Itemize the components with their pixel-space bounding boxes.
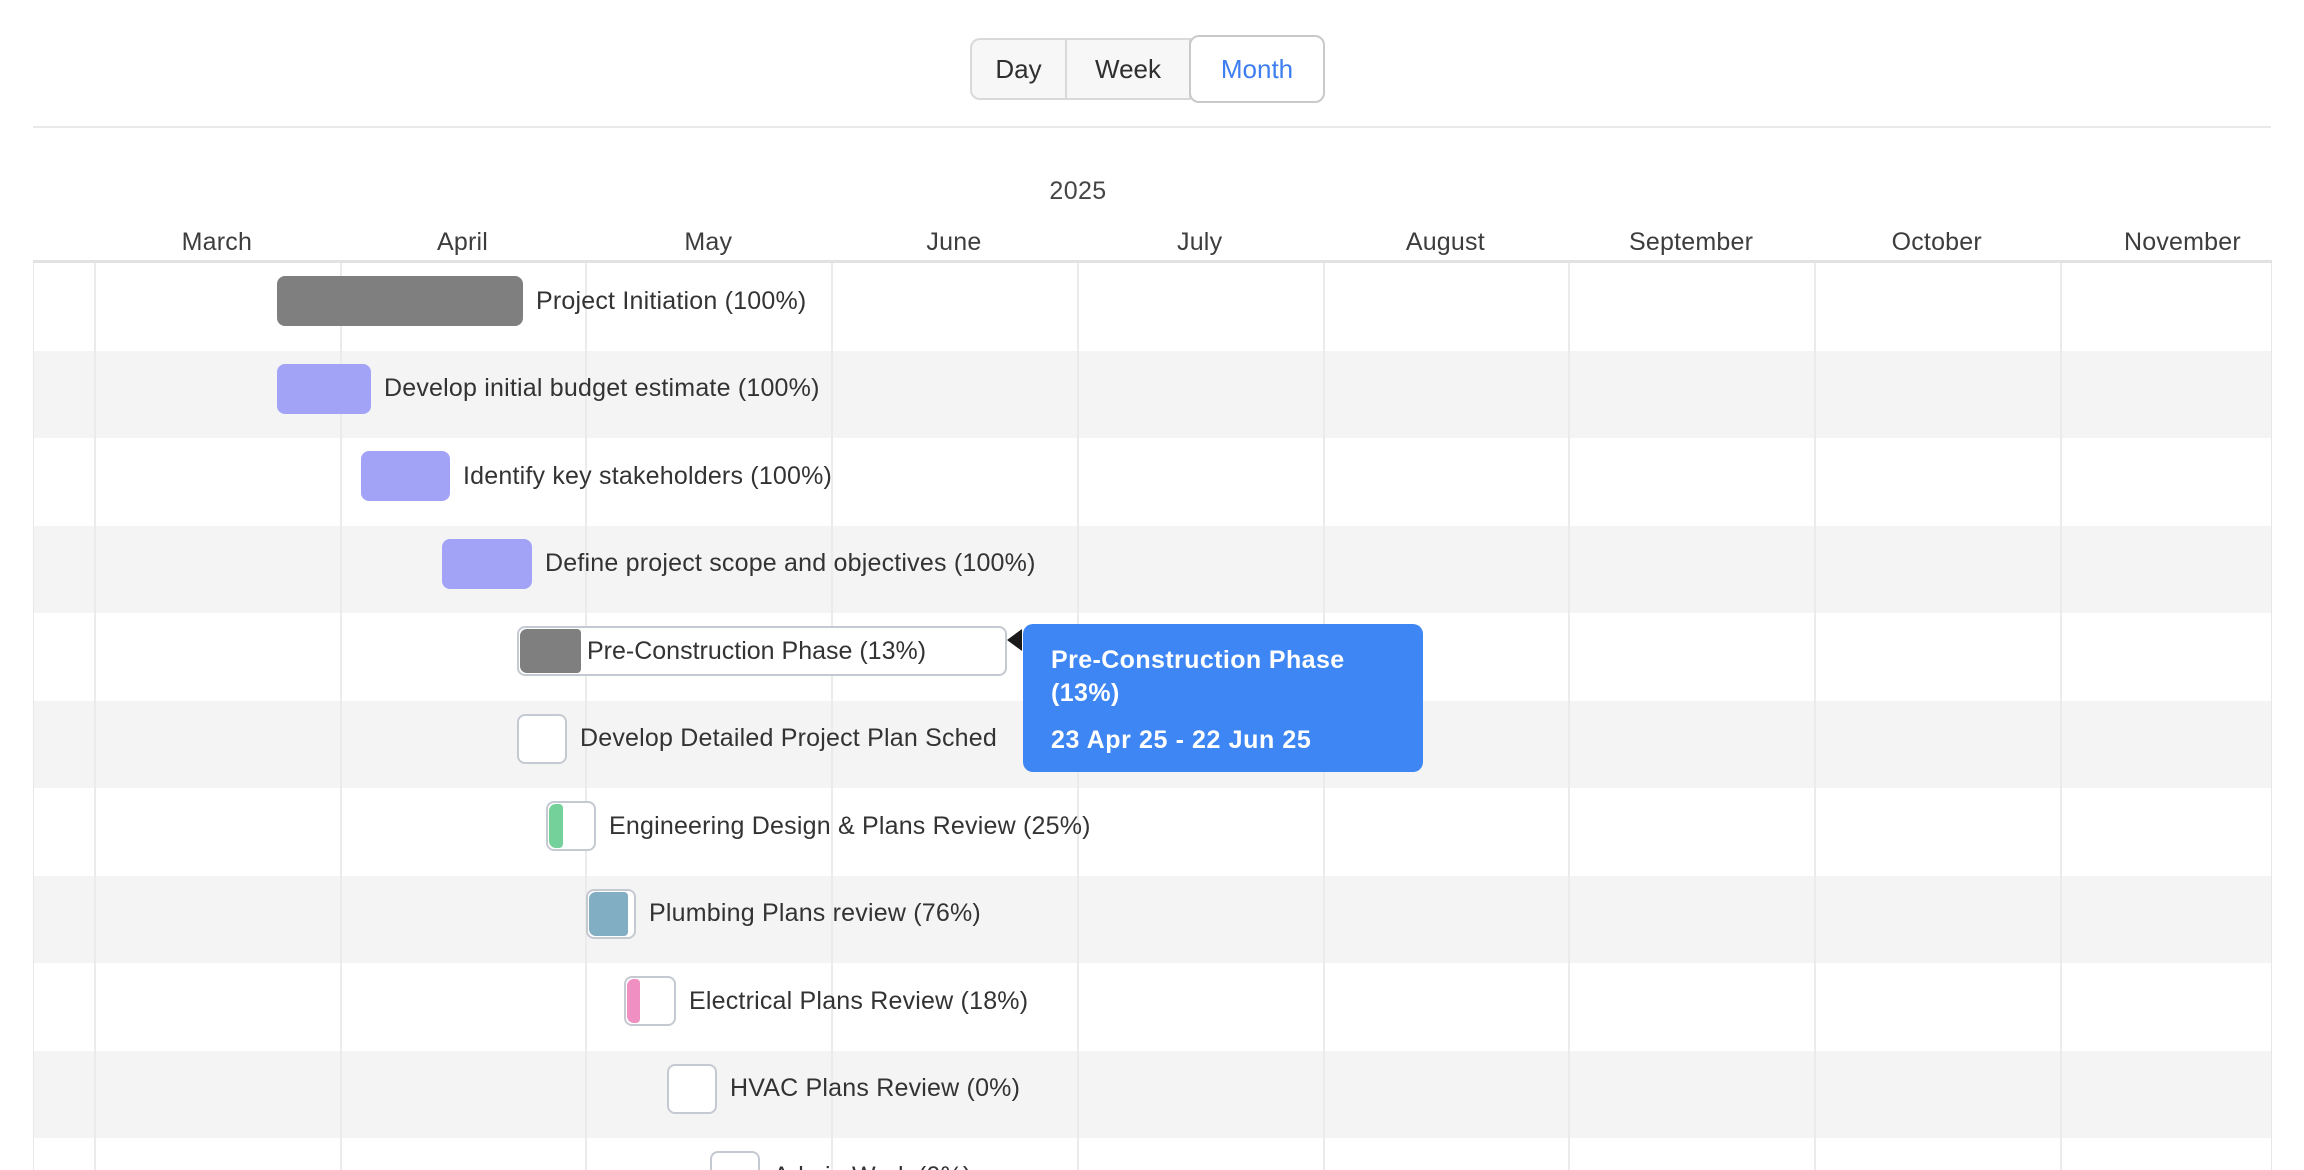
tooltip-title: Pre-Construction Phase (13%) <box>1051 644 1381 710</box>
view-switcher: DayWeekMonth <box>970 35 1325 103</box>
task-row <box>33 1051 2272 1139</box>
task-bar[interactable] <box>710 1151 760 1170</box>
task-bar-progress <box>549 804 563 848</box>
task-bar[interactable] <box>586 889 636 939</box>
chart-edge-line <box>33 263 34 1170</box>
task-label: Define project scope and objectives (100… <box>545 539 1036 589</box>
header-divider <box>33 126 2271 128</box>
task-bar[interactable] <box>277 364 371 414</box>
month-gridline <box>2060 263 2062 1170</box>
task-bar-progress <box>520 629 581 673</box>
task-label: Plumbing Plans review (76%) <box>649 889 981 939</box>
task-label: Develop initial budget estimate (100%) <box>384 364 820 414</box>
task-bar[interactable] <box>624 976 676 1026</box>
month-label-october: October <box>1892 228 1982 257</box>
task-label: Identify key stakeholders (100%) <box>463 451 832 501</box>
task-tooltip: Pre-Construction Phase (13%) 23 Apr 25 -… <box>1023 624 1423 772</box>
month-label-june: June <box>926 228 981 257</box>
view-option-month[interactable]: Month <box>1189 35 1325 103</box>
task-bar[interactable] <box>361 451 450 501</box>
task-bar[interactable] <box>277 276 523 326</box>
month-gridline <box>1568 263 1570 1170</box>
month-label-march: March <box>182 228 252 257</box>
month-label-august: August <box>1406 228 1485 257</box>
task-bar[interactable] <box>517 714 567 764</box>
task-row <box>33 1138 2272 1170</box>
task-label: Engineering Design & Plans Review (25%) <box>609 801 1091 851</box>
task-label: Admin Work (0%) <box>773 1151 971 1170</box>
task-label: Develop Detailed Project Plan Sched <box>580 714 997 764</box>
task-bar-progress <box>589 892 628 936</box>
tooltip-arrow-icon <box>1007 629 1022 651</box>
task-bar[interactable] <box>546 801 596 851</box>
month-label-may: May <box>684 228 732 257</box>
view-option-week[interactable]: Week <box>1065 38 1191 100</box>
month-label-september: September <box>1629 228 1753 257</box>
task-label: HVAC Plans Review (0%) <box>730 1064 1020 1114</box>
task-row <box>33 526 2272 614</box>
month-label-july: July <box>1177 228 1222 257</box>
task-bar[interactable]: Pre-Construction Phase (13%) <box>517 626 1007 676</box>
month-gridline <box>94 263 96 1170</box>
task-label: Project Initiation (100%) <box>536 276 806 326</box>
month-gridline <box>1814 263 1816 1170</box>
task-row <box>33 963 2272 1051</box>
task-label: Pre-Construction Phase (13%) <box>587 628 926 674</box>
task-bar[interactable] <box>442 539 532 589</box>
month-label-april: April <box>437 228 488 257</box>
month-label-november: November <box>2124 228 2241 257</box>
view-option-day[interactable]: Day <box>970 38 1067 100</box>
task-bar-progress <box>627 979 640 1023</box>
task-label: Electrical Plans Review (18%) <box>689 976 1028 1026</box>
year-label: 2025 <box>1049 177 1106 206</box>
chart-edge-line <box>2271 263 2272 1170</box>
task-bar[interactable] <box>667 1064 717 1114</box>
task-row <box>33 876 2272 964</box>
task-row <box>33 788 2272 876</box>
tooltip-date-range: 23 Apr 25 - 22 Jun 25 <box>1051 726 1395 755</box>
